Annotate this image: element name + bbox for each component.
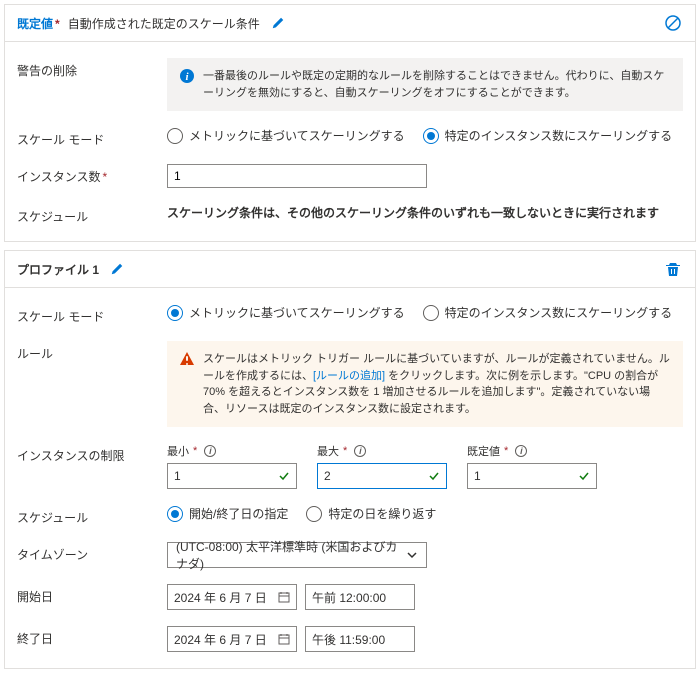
panel-subtitle: 自動作成された既定のスケール条件 bbox=[68, 15, 260, 32]
end-time-input[interactable]: 午後 11:59:00 bbox=[305, 626, 415, 652]
warning-text: スケールはメトリック トリガー ルールに基づいていますが、ルールが定義されていま… bbox=[203, 351, 671, 417]
default-input[interactable]: 1 bbox=[467, 463, 597, 489]
radio-metric[interactable]: メトリックに基づいてスケーリングする bbox=[167, 127, 405, 144]
radio-icon bbox=[423, 128, 439, 144]
default-scale-condition-panel: 既定値* 自動作成された既定のスケール条件 警告の削除 i 一番最後のルールや既… bbox=[4, 4, 696, 242]
delete-warn-label: 警告の削除 bbox=[17, 58, 167, 79]
calendar-icon bbox=[278, 633, 290, 645]
info-text: 一番最後のルールや既定の定期的なルールを削除することはできません。代わりに、自動… bbox=[203, 68, 671, 101]
radio-fixed[interactable]: 特定のインスタンス数にスケーリングする bbox=[423, 304, 673, 321]
max-label: 最大* i bbox=[317, 443, 447, 459]
checkmark-icon bbox=[428, 470, 440, 482]
schedule-label: スケジュール bbox=[17, 505, 167, 526]
radio-icon bbox=[167, 506, 183, 522]
calendar-icon bbox=[278, 591, 290, 603]
schedule-text: スケーリング条件は、その他のスケーリング条件のいずれも一致しないときに実行されま… bbox=[167, 204, 683, 221]
edit-icon[interactable] bbox=[268, 13, 288, 33]
panel-title: プロファイル 1 bbox=[17, 261, 99, 278]
edit-icon[interactable] bbox=[107, 259, 127, 279]
radio-icon bbox=[306, 506, 322, 522]
warning-icon bbox=[179, 351, 195, 417]
radio-start-end[interactable]: 開始/終了日の指定 bbox=[167, 505, 288, 522]
panel-header: プロファイル 1 bbox=[5, 251, 695, 288]
info-icon: i bbox=[204, 445, 216, 457]
end-date-input[interactable]: 2024 年 6 月 7 日 bbox=[167, 626, 297, 652]
default-label: 既定値* i bbox=[467, 443, 597, 459]
radio-metric[interactable]: メトリックに基づいてスケーリングする bbox=[167, 304, 405, 321]
panel-title: 既定値* bbox=[17, 15, 60, 32]
radio-repeat[interactable]: 特定の日を繰り返す bbox=[306, 505, 436, 522]
warning-box: スケールはメトリック トリガー ルールに基づいていますが、ルールが定義されていま… bbox=[167, 341, 683, 427]
info-icon: i bbox=[515, 445, 527, 457]
forbidden-icon[interactable] bbox=[663, 13, 683, 33]
radio-icon bbox=[423, 305, 439, 321]
radio-icon bbox=[167, 305, 183, 321]
scale-mode-label: スケール モード bbox=[17, 127, 167, 148]
instance-count-label: インスタンス数* bbox=[17, 164, 167, 185]
max-input[interactable]: 2 bbox=[317, 463, 447, 489]
info-box: i 一番最後のルールや既定の定期的なルールを削除することはできません。代わりに、… bbox=[167, 58, 683, 111]
panel-header: 既定値* 自動作成された既定のスケール条件 bbox=[5, 5, 695, 42]
min-input[interactable]: 1 bbox=[167, 463, 297, 489]
timezone-select[interactable]: (UTC-08:00) 太平洋標準時 (米国およびカナダ) bbox=[167, 542, 427, 568]
info-icon: i bbox=[354, 445, 366, 457]
start-date-label: 開始日 bbox=[17, 584, 167, 605]
min-label: 最小* i bbox=[167, 443, 297, 459]
checkmark-icon bbox=[578, 470, 590, 482]
schedule-label: スケジュール bbox=[17, 204, 167, 225]
rules-label: ルール bbox=[17, 341, 167, 362]
instance-limits-label: インスタンスの制限 bbox=[17, 443, 167, 464]
profile-1-panel: プロファイル 1 スケール モード メトリックに基づいてスケーリングする 特定の… bbox=[4, 250, 696, 669]
scale-mode-label: スケール モード bbox=[17, 304, 167, 325]
info-icon: i bbox=[179, 68, 195, 101]
radio-icon bbox=[167, 128, 183, 144]
start-time-input[interactable]: 午前 12:00:00 bbox=[305, 584, 415, 610]
checkmark-icon bbox=[278, 470, 290, 482]
instance-count-input[interactable] bbox=[167, 164, 427, 188]
end-date-label: 終了日 bbox=[17, 626, 167, 647]
delete-icon[interactable] bbox=[663, 259, 683, 279]
start-date-input[interactable]: 2024 年 6 月 7 日 bbox=[167, 584, 297, 610]
timezone-label: タイムゾーン bbox=[17, 542, 167, 563]
add-rule-link[interactable]: [ルールの追加] bbox=[313, 370, 385, 382]
chevron-down-icon bbox=[406, 549, 418, 561]
radio-fixed[interactable]: 特定のインスタンス数にスケーリングする bbox=[423, 127, 673, 144]
